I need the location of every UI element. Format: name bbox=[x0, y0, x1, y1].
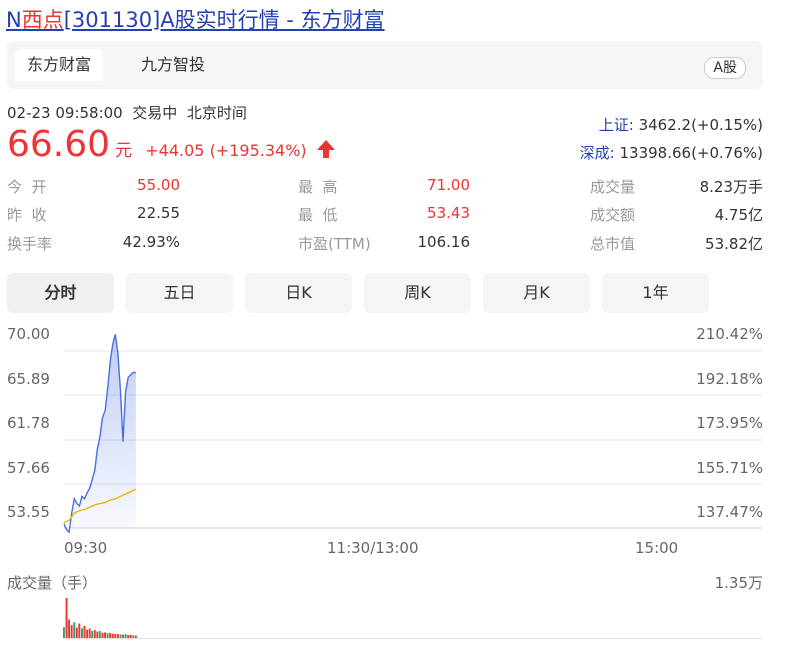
volume-bar bbox=[122, 634, 124, 638]
volume-bar bbox=[70, 625, 73, 638]
volume-bar bbox=[93, 630, 96, 638]
volume-bar bbox=[68, 619, 70, 638]
volume-bar bbox=[88, 628, 91, 638]
volume-bar bbox=[86, 629, 88, 638]
volume-bar bbox=[111, 633, 114, 638]
volume-bar bbox=[109, 633, 112, 638]
volume-bar bbox=[127, 635, 130, 638]
volume-bar bbox=[106, 633, 109, 638]
volume-bar bbox=[96, 631, 99, 638]
volume-bar bbox=[91, 630, 94, 638]
volume-bar bbox=[104, 632, 106, 638]
volume-bar bbox=[73, 622, 76, 638]
volume-bar bbox=[132, 635, 135, 638]
volume-bar bbox=[63, 627, 65, 638]
volume-bar bbox=[81, 628, 83, 638]
volume-bar bbox=[65, 598, 68, 638]
volume-bar bbox=[101, 632, 104, 638]
volume-bar bbox=[124, 634, 127, 638]
volume-bar bbox=[75, 627, 78, 638]
volume-bar bbox=[83, 625, 86, 638]
volume-bar bbox=[78, 623, 81, 638]
volume-bar bbox=[114, 633, 117, 638]
volume-bar bbox=[134, 635, 137, 638]
volume-bar bbox=[119, 634, 122, 638]
volume-bar bbox=[98, 631, 101, 638]
volume-chart bbox=[63, 598, 762, 639]
volume-bar bbox=[129, 634, 132, 638]
volume-bar bbox=[116, 633, 119, 638]
